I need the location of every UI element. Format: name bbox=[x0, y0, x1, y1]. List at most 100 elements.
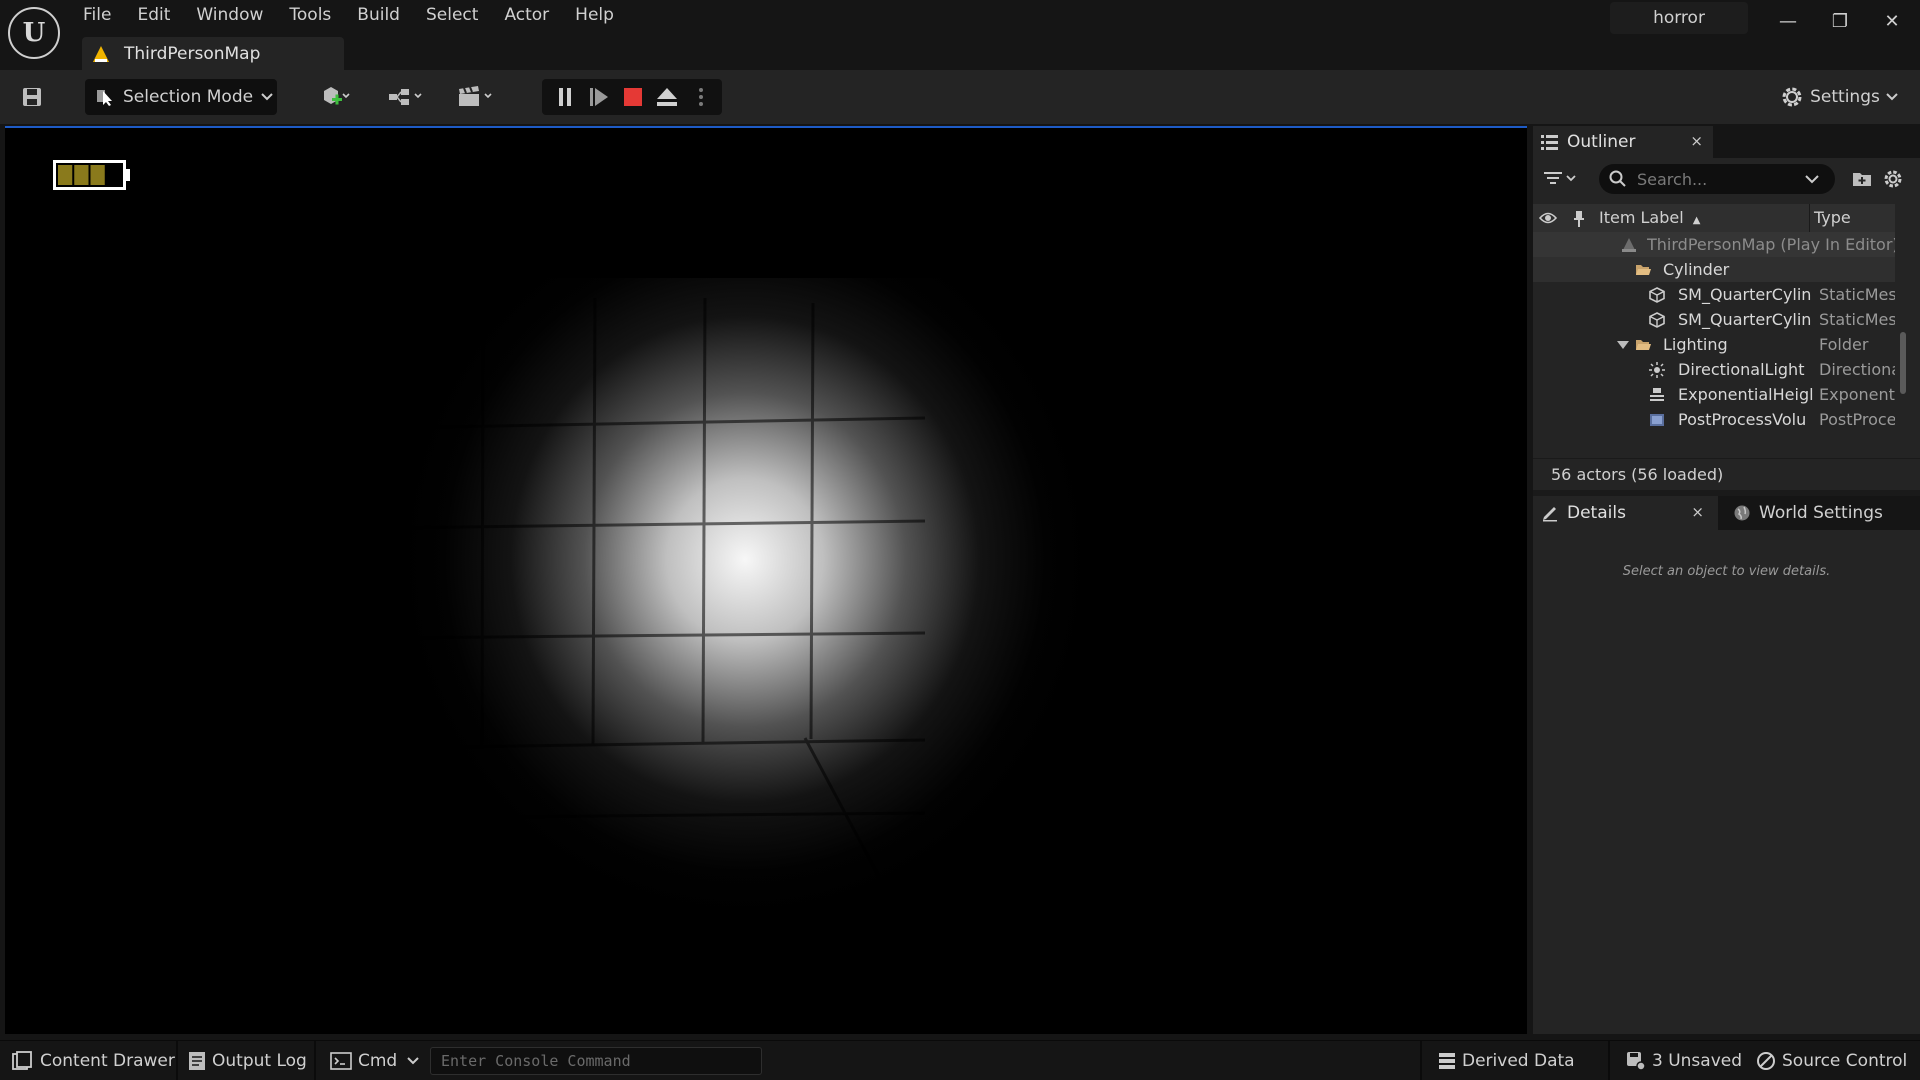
close-window-button[interactable]: ✕ bbox=[1866, 2, 1918, 40]
chevron-down-icon bbox=[261, 93, 273, 101]
restore-button[interactable]: ❐ bbox=[1814, 2, 1866, 40]
tree-row-folder-cylinder[interactable]: Cylinder bbox=[1533, 257, 1895, 282]
main-menu: File Edit Window Tools Build Select Acto… bbox=[70, 0, 627, 30]
stop-icon bbox=[624, 88, 642, 106]
post-process-icon bbox=[1650, 414, 1664, 426]
tree-row-type: StaticMes bbox=[1819, 310, 1895, 329]
derived-data-button[interactable]: Derived Data bbox=[1438, 1041, 1575, 1080]
tree-row-actor[interactable]: DirectionalLight Directiona bbox=[1533, 357, 1895, 382]
column-type[interactable]: Type bbox=[1814, 204, 1851, 232]
advance-frame-button[interactable] bbox=[582, 79, 616, 115]
unsaved-button[interactable]: 3 Unsaved bbox=[1626, 1041, 1742, 1080]
menu-window[interactable]: Window bbox=[183, 0, 276, 30]
pencil-icon bbox=[1543, 507, 1557, 522]
menu-help[interactable]: Help bbox=[562, 0, 627, 30]
close-outliner-icon[interactable]: × bbox=[1690, 132, 1703, 150]
menu-file[interactable]: File bbox=[70, 0, 124, 30]
minimize-button[interactable]: — bbox=[1762, 2, 1814, 40]
battery-bar bbox=[58, 165, 73, 185]
tab-world-settings[interactable]: World Settings bbox=[1725, 496, 1915, 530]
eject-button[interactable] bbox=[650, 79, 684, 115]
tree-row-label: PostProcessVolu bbox=[1678, 410, 1807, 429]
folder-open-icon bbox=[1636, 340, 1651, 350]
play-options-button[interactable] bbox=[684, 79, 718, 115]
tree-row-label: SM_QuarterCylin bbox=[1678, 310, 1812, 329]
tab-details[interactable]: Details × bbox=[1533, 496, 1718, 530]
tab-outliner[interactable]: Outliner × bbox=[1533, 126, 1713, 158]
level-viewport[interactable] bbox=[5, 126, 1527, 1034]
search-icon bbox=[1609, 170, 1626, 187]
tree-row-label: ThirdPersonMap (Play In Editor) bbox=[1647, 235, 1895, 254]
cinematics-button[interactable] bbox=[450, 82, 502, 112]
menu-build[interactable]: Build bbox=[344, 0, 413, 30]
directional-light-icon bbox=[1649, 362, 1665, 378]
tree-row-label: ExponentialHeigl bbox=[1678, 385, 1813, 404]
content-drawer-label: Content Drawer bbox=[40, 1051, 175, 1071]
search-input[interactable] bbox=[1637, 169, 1797, 189]
expand-arrow-icon[interactable] bbox=[1617, 340, 1629, 350]
fog-icon bbox=[1650, 388, 1664, 401]
console-command-input[interactable] bbox=[430, 1047, 762, 1075]
column-item-label[interactable]: Item Label ▲ bbox=[1599, 204, 1700, 232]
source-control-label: Source Control bbox=[1782, 1051, 1908, 1071]
pin-icon[interactable] bbox=[1572, 210, 1586, 228]
outliner-column-header: Item Label ▲ Type bbox=[1533, 204, 1895, 232]
status-divider bbox=[314, 1041, 316, 1080]
gear-icon[interactable] bbox=[1882, 168, 1904, 190]
selection-mode-label: Selection Mode bbox=[123, 87, 254, 107]
unsaved-icon bbox=[1627, 1052, 1646, 1071]
close-details-icon[interactable]: × bbox=[1691, 503, 1704, 521]
pause-button[interactable] bbox=[548, 79, 582, 115]
tree-row-actor[interactable]: ExponentialHeigl Exponenti bbox=[1533, 382, 1895, 407]
save-button[interactable] bbox=[14, 82, 50, 112]
output-log-icon bbox=[189, 1052, 205, 1070]
settings-button[interactable]: Settings bbox=[1774, 82, 1904, 112]
source-control-button[interactable]: Source Control bbox=[1756, 1041, 1907, 1080]
blueprint-button[interactable] bbox=[380, 82, 432, 112]
more-vertical-icon bbox=[699, 88, 703, 106]
tree-row-actor[interactable]: PostProcessVolu PostProce bbox=[1533, 407, 1895, 432]
add-actor-icon bbox=[324, 87, 350, 105]
menu-select[interactable]: Select bbox=[413, 0, 491, 30]
tree-row-folder-lighting[interactable]: Lighting Folder bbox=[1533, 332, 1895, 357]
tree-row-world[interactable]: ThirdPersonMap (Play In Editor) bbox=[1533, 232, 1895, 257]
menu-edit[interactable]: Edit bbox=[124, 0, 183, 30]
outliner-scrollbar[interactable] bbox=[1900, 332, 1906, 394]
menu-tools[interactable]: Tools bbox=[276, 0, 344, 30]
world-settings-label: World Settings bbox=[1759, 503, 1883, 523]
filter-icon bbox=[1544, 172, 1576, 184]
output-log-button[interactable]: Output Log bbox=[188, 1041, 307, 1080]
right-panel: Outliner × Search... Item Label ▲ Type T… bbox=[1533, 126, 1920, 1034]
outliner-search[interactable] bbox=[1599, 164, 1835, 194]
filter-button[interactable] bbox=[1543, 166, 1583, 190]
sort-ascending-icon: ▲ bbox=[1692, 215, 1701, 226]
tree-row-actor[interactable]: SM_QuarterCylin StaticMes bbox=[1533, 307, 1895, 332]
tree-row-label: DirectionalLight bbox=[1678, 360, 1805, 379]
quick-add-button[interactable] bbox=[310, 82, 362, 112]
tree-row-actor[interactable]: SM_QuarterCylin StaticMes bbox=[1533, 282, 1895, 307]
globe-icon bbox=[1734, 505, 1750, 521]
unreal-logo-icon[interactable]: U bbox=[8, 7, 60, 59]
add-folder-icon[interactable] bbox=[1851, 168, 1873, 190]
battery-bar bbox=[90, 165, 105, 185]
level-tab[interactable]: ThirdPersonMap bbox=[82, 37, 344, 71]
chevron-down-icon[interactable] bbox=[1805, 174, 1819, 184]
chevron-down-icon bbox=[407, 1057, 419, 1065]
settings-label: Settings bbox=[1810, 87, 1880, 107]
menu-actor[interactable]: Actor bbox=[491, 0, 562, 30]
blueprint-icon bbox=[389, 89, 422, 105]
status-divider bbox=[1420, 1041, 1422, 1080]
tree-row-type: PostProce bbox=[1819, 410, 1895, 429]
battery-indicator bbox=[53, 160, 130, 190]
status-bar: Content Drawer Output Log Cmd Derived Da… bbox=[0, 1040, 1920, 1080]
eye-icon[interactable] bbox=[1539, 211, 1557, 225]
play-controls bbox=[542, 79, 722, 115]
content-drawer-button[interactable]: Content Drawer bbox=[12, 1041, 175, 1080]
tree-row-label: Lighting bbox=[1663, 335, 1728, 354]
selection-mode-dropdown[interactable]: Selection Mode bbox=[85, 79, 277, 115]
battery-bar bbox=[74, 165, 89, 185]
cmd-dropdown[interactable]: Cmd bbox=[330, 1041, 425, 1080]
world-icon bbox=[1622, 238, 1636, 252]
outliner-tree: ThirdPersonMap (Play In Editor) Cylinder… bbox=[1533, 232, 1895, 432]
stop-button[interactable] bbox=[616, 79, 650, 115]
